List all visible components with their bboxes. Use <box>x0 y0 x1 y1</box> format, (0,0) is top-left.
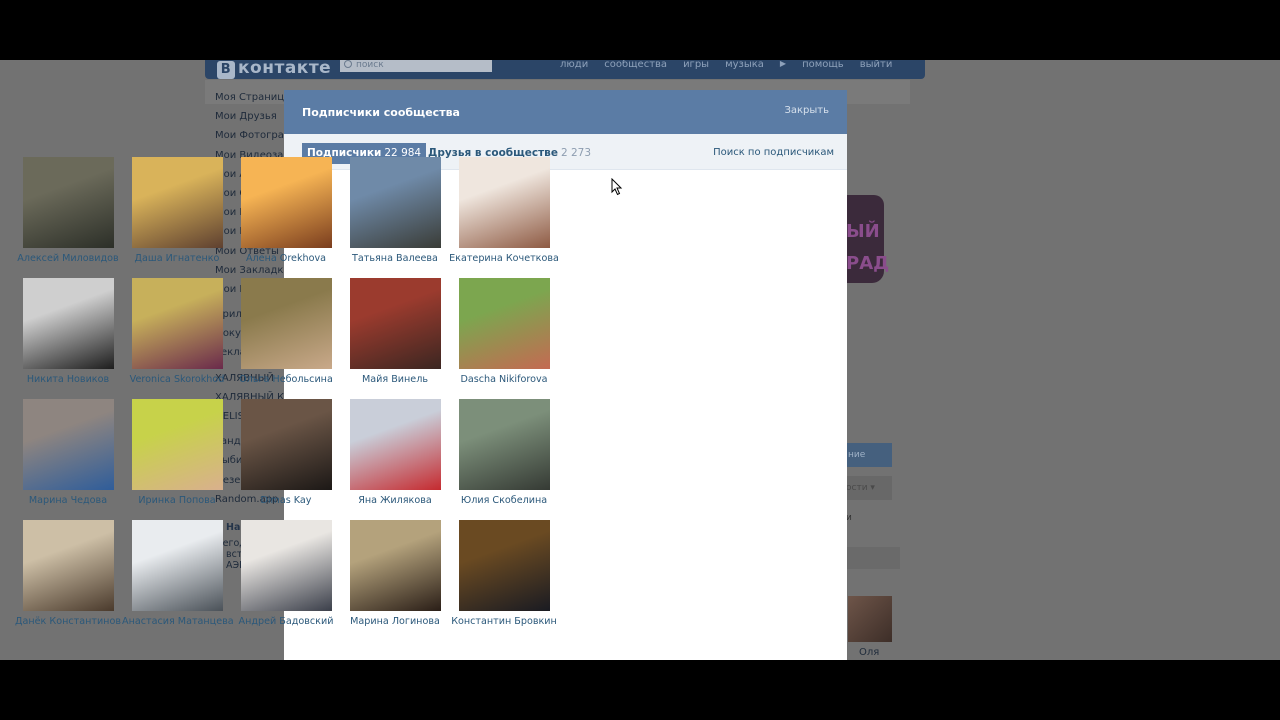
subscriber-card[interactable]: Константин Бровкин <box>449 520 559 627</box>
nav-communities[interactable]: сообщества <box>604 60 667 70</box>
subscriber-avatar[interactable] <box>22 278 114 369</box>
background-stripe <box>846 547 900 569</box>
background-dropdown[interactable]: ости ▾ <box>846 476 892 500</box>
subscriber-name[interactable]: Татьяна Валеева <box>340 253 450 264</box>
subscriber-avatar[interactable] <box>22 520 114 611</box>
subscriber-avatar[interactable] <box>240 520 332 611</box>
subscriber-name[interactable]: Константин Бровкин <box>449 616 559 627</box>
subscriber-avatar[interactable] <box>458 520 550 611</box>
nav-help[interactable]: помощь <box>802 60 844 70</box>
subscriber-avatar[interactable] <box>240 278 332 369</box>
subscriber-name[interactable]: Dascha Nikiforova <box>449 374 559 385</box>
subscriber-card[interactable]: Татьяна Валеева <box>340 157 450 264</box>
subscriber-card[interactable]: Анастасия Матанцева <box>122 520 234 627</box>
subscriber-card[interactable]: Даша Игнатенко <box>122 157 232 264</box>
search-icon <box>344 60 352 68</box>
subscriber-card[interactable]: Иринка Попова <box>122 399 232 506</box>
site-header: Вконтакте поиск люди сообщества игры муз… <box>205 60 925 79</box>
promo-banner[interactable]: ЫЙ РАД <box>846 195 889 283</box>
play-icon[interactable]: ▶ <box>780 60 786 70</box>
video-letterbox-top <box>0 0 1280 60</box>
subscriber-name[interactable]: Иринка Попова <box>122 495 232 506</box>
subscriber-name[interactable]: Алексей Миловидов <box>13 253 123 264</box>
subscriber-avatar[interactable] <box>22 157 114 248</box>
subscriber-avatar[interactable] <box>349 278 441 369</box>
site-nav: люди сообщества игры музыка ▶ помощь вый… <box>560 60 892 70</box>
subscriber-name[interactable]: Даша Игнатенко <box>122 253 232 264</box>
subscriber-avatar[interactable] <box>240 157 332 248</box>
mouse-cursor-icon <box>611 178 623 196</box>
subscriber-name[interactable]: Никита Новиков <box>13 374 123 385</box>
nav-logout[interactable]: выйти <box>860 60 893 70</box>
video-letterbox-bottom <box>0 660 1280 720</box>
subscriber-avatar[interactable] <box>458 278 550 369</box>
subscriber-card[interactable]: Veronica Skorokhod <box>122 278 232 385</box>
subscriber-avatar[interactable] <box>22 399 114 490</box>
subscriber-avatar[interactable] <box>458 399 550 490</box>
search-subscribers-link[interactable]: Поиск по подписчикам <box>713 147 834 158</box>
nav-music[interactable]: музыка <box>725 60 764 70</box>
subscriber-name[interactable]: Майя Винель <box>340 374 450 385</box>
modal-header: Подписчики сообщества Закрыть <box>284 90 847 134</box>
subscriber-card[interactable]: Никита Новиков <box>13 278 123 385</box>
subscriber-name[interactable]: Марина Чедова <box>13 495 123 506</box>
subscriber-avatar[interactable] <box>131 157 223 248</box>
modal-close-button[interactable]: Закрыть <box>784 105 829 116</box>
nav-people[interactable]: люди <box>560 60 588 70</box>
subscriber-avatar[interactable] <box>349 520 441 611</box>
subscriber-card[interactable]: Екатерина Кочеткова <box>449 157 559 264</box>
subscriber-name[interactable]: Алена Orekhova <box>231 253 341 264</box>
subscriber-name[interactable]: Анастасия Матанцева <box>122 616 234 627</box>
subscriber-avatar[interactable] <box>131 399 223 490</box>
subscriber-avatar[interactable] <box>240 399 332 490</box>
subscriber-name[interactable]: Ольга Небольсина <box>231 374 341 385</box>
subscriber-name[interactable]: Veronica Skorokhod <box>122 374 232 385</box>
background-button[interactable]: ние <box>846 443 892 467</box>
subscriber-card[interactable]: Ольга Небольсина <box>231 278 341 385</box>
subscriber-name[interactable]: Данёк Константинов <box>13 616 123 627</box>
modal-title: Подписчики сообщества <box>302 106 460 119</box>
nav-games[interactable]: игры <box>683 60 709 70</box>
subscriber-card[interactable]: Данёк Константинов <box>13 520 123 627</box>
friend-avatar[interactable] <box>848 596 892 642</box>
subscriber-name[interactable]: Екатерина Кочеткова <box>449 253 559 264</box>
subscriber-name[interactable]: Яна Жилякова <box>340 495 450 506</box>
subscriber-card[interactable]: Яна Жилякова <box>340 399 450 506</box>
subscriber-avatar[interactable] <box>349 157 441 248</box>
subscriber-card[interactable]: Майя Винель <box>340 278 450 385</box>
subscriber-card[interactable]: Марина Логинова <box>340 520 450 627</box>
subscriber-card[interactable]: Dascha Nikiforova <box>449 278 559 385</box>
subscriber-card[interactable]: Юлия Скобелина <box>449 399 559 506</box>
subscriber-avatar[interactable] <box>458 157 550 248</box>
site-search-input[interactable]: поиск <box>340 60 492 72</box>
site-logo[interactable]: Вконтакте <box>217 60 331 79</box>
subscriber-card[interactable]: Dimas Kay <box>231 399 341 506</box>
subscriber-name[interactable]: Юлия Скобелина <box>449 495 559 506</box>
subscriber-avatar[interactable] <box>349 399 441 490</box>
subscriber-card[interactable]: Алексей Миловидов <box>13 157 123 264</box>
page-background: Вконтакте поиск люди сообщества игры муз… <box>0 60 1280 660</box>
subscriber-card[interactable]: Марина Чедова <box>13 399 123 506</box>
subscriber-name[interactable]: Марина Логинова <box>340 616 450 627</box>
subscriber-card[interactable]: Алена Orekhova <box>231 157 341 264</box>
friend-name[interactable]: Оля <box>859 647 879 658</box>
subscriber-name[interactable]: Андрей Бадовский <box>231 616 341 627</box>
subscriber-avatar[interactable] <box>131 278 223 369</box>
friends-count: 2 273 <box>560 147 591 159</box>
subscriber-avatar[interactable] <box>131 520 223 611</box>
subscriber-card[interactable]: Андрей Бадовский <box>231 520 341 627</box>
subscriber-name[interactable]: Dimas Kay <box>231 495 341 506</box>
